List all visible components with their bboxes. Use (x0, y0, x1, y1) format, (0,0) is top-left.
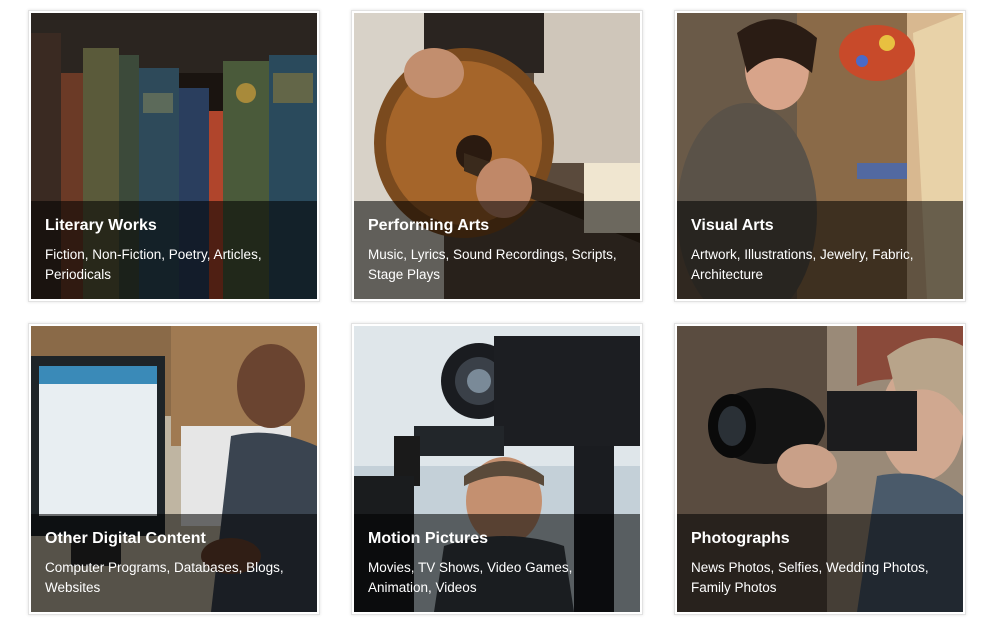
category-description: Computer Programs, Databases, Blogs, Web… (45, 560, 284, 595)
category-card-performing-arts[interactable]: Performing Arts Music, Lyrics, Sound Rec… (351, 10, 643, 302)
category-title: Photographs (691, 530, 790, 547)
category-description: Movies, TV Shows, Video Games, Animation… (368, 560, 573, 595)
category-card-motion-pictures[interactable]: Motion Pictures Movies, TV Shows, Video … (351, 323, 643, 615)
caption-overlay: Photographs News Photos, Selfies, Weddin… (677, 514, 963, 612)
category-title: Other Digital Content (45, 530, 206, 547)
category-title: Literary Works (45, 217, 157, 234)
photographer-photo: Photographs News Photos, Selfies, Weddin… (677, 326, 963, 612)
category-description: Artwork, Illustrations, Jewelry, Fabric,… (691, 247, 914, 282)
caption-overlay: Motion Pictures Movies, TV Shows, Video … (354, 514, 640, 612)
category-title: Performing Arts (368, 217, 490, 234)
category-description: Fiction, Non-Fiction, Poetry, Articles, … (45, 247, 262, 282)
painter-photo: Visual Arts Artwork, Illustrations, Jewe… (677, 13, 963, 299)
video-camera-operator-photo: Motion Pictures Movies, TV Shows, Video … (354, 326, 640, 612)
category-card-literary-works[interactable]: Literary Works Fiction, Non-Fiction, Poe… (28, 10, 320, 302)
bookshelf-photo: Literary Works Fiction, Non-Fiction, Poe… (31, 13, 317, 299)
caption-overlay: Other Digital Content Computer Programs,… (31, 514, 317, 612)
category-title: Visual Arts (691, 217, 774, 234)
category-card-other-digital-content[interactable]: Other Digital Content Computer Programs,… (28, 323, 320, 615)
category-description: News Photos, Selfies, Wedding Photos, Fa… (691, 560, 929, 595)
guitar-player-photo: Performing Arts Music, Lyrics, Sound Rec… (354, 13, 640, 299)
category-grid: Literary Works Fiction, Non-Fiction, Poe… (0, 0, 995, 631)
category-card-photographs[interactable]: Photographs News Photos, Selfies, Weddin… (674, 323, 966, 615)
category-description: Music, Lyrics, Sound Recordings, Scripts… (368, 247, 617, 282)
category-title: Motion Pictures (368, 530, 489, 547)
computer-user-photo: Other Digital Content Computer Programs,… (31, 326, 317, 612)
caption-overlay: Visual Arts Artwork, Illustrations, Jewe… (677, 201, 963, 299)
caption-overlay: Performing Arts Music, Lyrics, Sound Rec… (354, 201, 640, 299)
caption-overlay: Literary Works Fiction, Non-Fiction, Poe… (31, 201, 317, 299)
category-card-visual-arts[interactable]: Visual Arts Artwork, Illustrations, Jewe… (674, 10, 966, 302)
